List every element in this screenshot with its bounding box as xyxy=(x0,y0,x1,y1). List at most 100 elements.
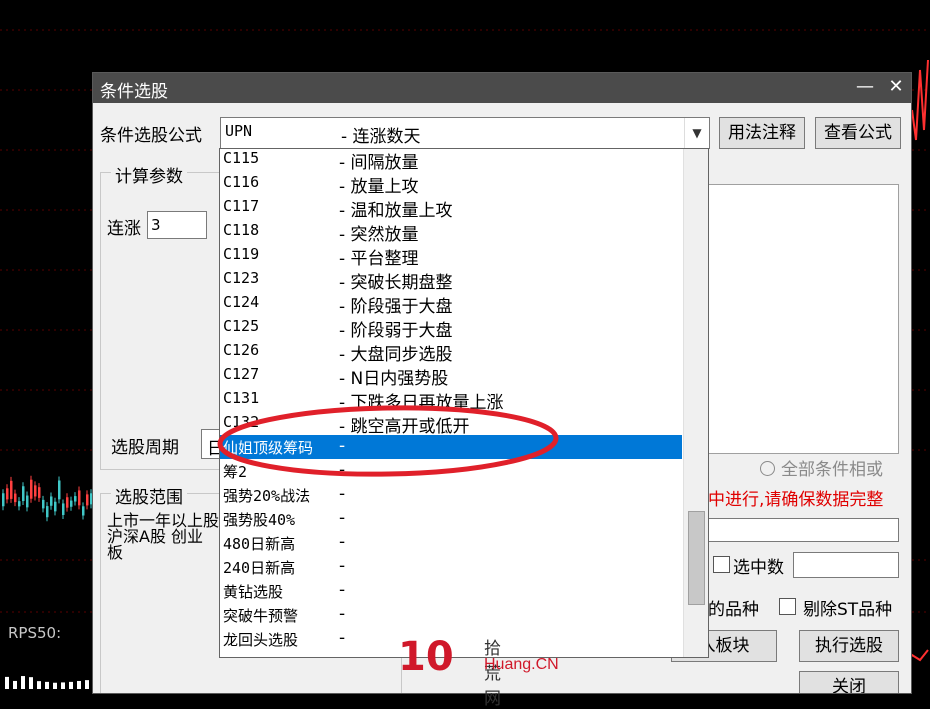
dropdown-item-name: - xyxy=(339,460,346,480)
dropdown-item-code: C127 xyxy=(223,365,260,383)
dropdown-item-code: C125 xyxy=(223,317,260,335)
dropdown-item[interactable]: C131 - 下跌多日再放量上涨 xyxy=(220,387,682,413)
dropdown-item-name: - 间隔放量 xyxy=(339,153,419,173)
dropdown-item-name: - xyxy=(339,484,346,504)
dropdown-item-name: - 温和放量上攻 xyxy=(339,201,453,221)
dropdown-item[interactable]: 仙姐顶级筹码 - xyxy=(220,435,682,459)
dropdown-item-name: - 放量上攻 xyxy=(339,177,419,197)
dropdown-item[interactable]: C127 - N日内强势股 xyxy=(220,363,682,389)
dropdown-item-name: - 突然放量 xyxy=(339,225,419,245)
exclude-st-checkbox[interactable] xyxy=(779,598,796,615)
dropdown-item-code: 黄钻选股 xyxy=(223,583,284,601)
option-checkbox[interactable] xyxy=(713,556,730,573)
progress-field xyxy=(707,518,899,542)
formula-selected-name: - 连涨数天 xyxy=(341,127,421,147)
watermark-logo: 10 xyxy=(398,634,454,680)
all-conditions-or-radio[interactable]: 全部条件相或 xyxy=(760,455,883,480)
lianzhang-label: 连涨 xyxy=(107,219,141,239)
selected-count-label: 选中数 xyxy=(733,558,784,578)
dropdown-item-name: - 大盘同步选股 xyxy=(339,345,453,365)
dropdown-item[interactable]: 黄钻选股 - xyxy=(220,579,682,603)
dropdown-item-name: - 下跌多日再放量上涨 xyxy=(339,393,504,413)
dropdown-item-name: - 突破长期盘整 xyxy=(339,273,453,293)
dropdown-item[interactable]: 480日新高 - xyxy=(220,531,682,555)
formula-label: 条件选股公式 xyxy=(100,126,202,146)
dialog-title: 条件选股 xyxy=(100,82,168,102)
dropdown-item-name: - N日内强势股 xyxy=(339,369,449,389)
close-button[interactable]: 关闭 xyxy=(799,671,899,693)
dropdown-item-code: C115 xyxy=(223,149,260,167)
dropdown-item-code: 240日新高 xyxy=(223,559,296,577)
calc-params-title: 计算参数 xyxy=(111,162,187,187)
dropdown-item[interactable]: C119 - 平台整理 xyxy=(220,243,682,269)
dropdown-item-code: C119 xyxy=(223,245,260,263)
dropdown-item[interactable]: 240日新高 - xyxy=(220,555,682,579)
dropdown-item-code: C117 xyxy=(223,197,260,215)
dropdown-item[interactable]: 强势20%战法 - xyxy=(220,483,682,507)
dropdown-item[interactable]: C125 - 阶段弱于大盘 xyxy=(220,315,682,341)
dropdown-item[interactable]: C123 - 突破长期盘整 xyxy=(220,267,682,293)
selected-count-field xyxy=(793,552,899,578)
dropdown-item-code: C124 xyxy=(223,293,260,311)
dropdown-item-code: C132 xyxy=(223,413,260,431)
dropdown-item-code: C118 xyxy=(223,221,260,239)
dropdown-item-name: - 跳空高开或低开 xyxy=(339,417,470,437)
dropdown-item-code: C123 xyxy=(223,269,260,287)
dialog-titlebar: 条件选股 — ✕ xyxy=(93,73,911,103)
dropdown-item-code: 480日新高 xyxy=(223,535,296,553)
dropdown-item-name: - 阶段强于大盘 xyxy=(339,297,453,317)
view-formula-button[interactable]: 查看公式 xyxy=(815,117,901,149)
varieties-label: 的品种 xyxy=(708,600,759,620)
formula-description-box xyxy=(707,184,899,454)
dropdown-item-code: C116 xyxy=(223,173,260,191)
dropdown-item[interactable]: 强势股40% - xyxy=(220,507,682,531)
dropdown-item-code: C126 xyxy=(223,341,260,359)
all-conditions-label: 全部条件相或 xyxy=(781,460,883,480)
period-label: 选股周期 xyxy=(111,438,179,458)
dropdown-item-code: 筹2 xyxy=(223,463,248,481)
minimize-icon[interactable]: — xyxy=(853,75,877,99)
dropdown-item-code: 强势股40% xyxy=(223,511,296,529)
dropdown-item-code: 仙姐顶级筹码 xyxy=(223,439,314,457)
dropdown-item-name: - xyxy=(339,508,346,528)
dropdown-item-code: 龙回头选股 xyxy=(223,631,299,649)
formula-select[interactable]: UPN - 连涨数天 ▼ xyxy=(220,117,710,149)
dropdown-item-name: - xyxy=(339,604,346,624)
scrollbar-thumb[interactable] xyxy=(688,511,705,605)
dropdown-item[interactable]: 突破牛预警 - xyxy=(220,603,682,627)
dropdown-item-name: - 阶段弱于大盘 xyxy=(339,321,453,341)
dropdown-scrollbar[interactable] xyxy=(683,149,708,657)
scope-title: 选股范围 xyxy=(111,483,187,508)
usage-notes-button[interactable]: 用法注释 xyxy=(719,117,805,149)
dropdown-item-code: C131 xyxy=(223,389,260,407)
dropdown-item[interactable]: C132 - 跳空高开或低开 xyxy=(220,411,682,437)
dropdown-item[interactable]: C126 - 大盘同步选股 xyxy=(220,339,682,365)
formula-dropdown-list[interactable]: C115 - 间隔放量 C116 - 放量上攻 C117 - 温和放量上攻 C118 - 突然… xyxy=(219,148,709,658)
dropdown-item-name: - xyxy=(339,436,346,456)
dropdown-item-name: - 平台整理 xyxy=(339,249,419,269)
lianzhang-value: 3 xyxy=(151,216,161,234)
dropdown-item[interactable]: C118 - 突然放量 xyxy=(220,219,682,245)
formula-selected-code: UPN xyxy=(225,122,253,140)
dropdown-item[interactable]: C117 - 温和放量上攻 xyxy=(220,195,682,221)
dropdown-item[interactable]: 筹2 - xyxy=(220,459,682,483)
data-warning-text: 中进行,请确保数据完整 xyxy=(708,490,884,510)
scope-list[interactable]: 上市一年以上股 沪深A股 创业板 xyxy=(107,513,219,561)
rps-label: RPS50: xyxy=(8,624,62,642)
exclude-st-label: 剔除ST品种 xyxy=(803,600,893,620)
dropdown-item-code: 强势20%战法 xyxy=(223,487,311,505)
close-icon[interactable]: ✕ xyxy=(884,75,908,99)
dropdown-item[interactable]: C116 - 放量上攻 xyxy=(220,171,682,197)
watermark-en: Huang.CN xyxy=(484,656,559,673)
lianzhang-input[interactable]: 3 xyxy=(147,211,207,239)
dropdown-item-name: - xyxy=(339,580,346,600)
dropdown-item[interactable]: C124 - 阶段强于大盘 xyxy=(220,291,682,317)
execute-selection-button[interactable]: 执行选股 xyxy=(799,630,899,662)
dropdown-item-name: - xyxy=(339,628,346,648)
dropdown-item-name: - xyxy=(339,556,346,576)
dropdown-item-name: - xyxy=(339,532,346,552)
dropdown-item[interactable]: C115 - 间隔放量 xyxy=(220,149,682,173)
radio-icon xyxy=(760,461,775,476)
dropdown-item-code: 突破牛预警 xyxy=(223,607,299,625)
chevron-down-icon[interactable]: ▼ xyxy=(684,118,709,148)
